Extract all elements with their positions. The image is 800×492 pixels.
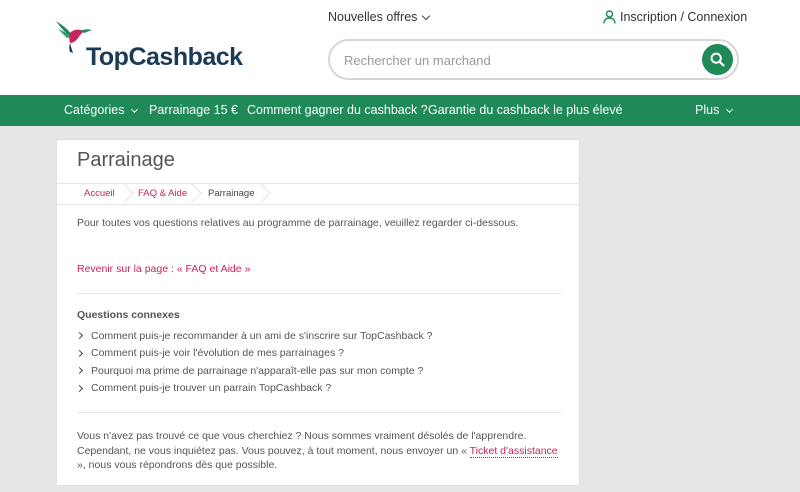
related-question-item[interactable]: Comment puis-je voir l'évolution de mes …: [75, 345, 432, 363]
site-header: TopCashback Nouvelles offres Inscription…: [0, 0, 800, 95]
nav-categories-label: Catégories: [64, 103, 125, 117]
related-question-label: Comment puis-je recommander à un ami de …: [91, 329, 433, 342]
main-nav: Catégories Parrainage 15 € Comment gagne…: [0, 95, 800, 126]
nav-more-label: Plus: [695, 103, 720, 117]
related-question-item[interactable]: Comment puis-je trouver un parrain TopCa…: [75, 380, 432, 398]
nav-referral[interactable]: Parrainage 15 €: [149, 95, 238, 126]
related-question-label: Comment puis-je voir l'évolution de mes …: [91, 347, 344, 360]
divider: [77, 293, 561, 294]
nav-how-to-earn[interactable]: Comment gagner du cashback ?: [247, 95, 428, 126]
chevron-down-icon: [726, 105, 734, 113]
topcashback-logo[interactable]: TopCashback: [54, 19, 243, 71]
search-bar: [328, 39, 739, 80]
search-button[interactable]: [702, 44, 733, 75]
chevron-right-icon: [75, 332, 84, 340]
chevron-right-icon: [75, 349, 84, 357]
signup-login-label: Inscription / Connexion: [620, 10, 748, 24]
signup-login-link[interactable]: Inscription / Connexion: [603, 10, 747, 24]
nav-highest-cashback-guarantee[interactable]: Garantie du cashback le plus élevé: [428, 95, 623, 126]
intro-text: Pour toutes vos questions relatives au p…: [77, 217, 519, 229]
chevron-right-icon: [75, 384, 84, 392]
chevron-right-icon: [75, 367, 84, 375]
breadcrumb-home[interactable]: Accueil: [84, 184, 115, 204]
chevron-down-icon: [131, 105, 139, 113]
nav-categories[interactable]: Catégories: [64, 95, 139, 126]
nav-guarantee-label: Garantie du cashback le plus élevé: [428, 103, 623, 117]
related-question-item[interactable]: Comment puis-je recommander à un ami de …: [75, 327, 433, 345]
help-text-start: Vous n'avez pas trouvé ce que vous cherc…: [77, 430, 527, 457]
nav-more[interactable]: Plus: [695, 95, 734, 126]
user-icon: [603, 10, 616, 24]
related-questions-list: Comment puis-je recommander à un ami de …: [75, 327, 433, 398]
related-question-label: Pourquoi ma prime de parrainage n'appara…: [91, 364, 424, 377]
breadcrumb-faq-help[interactable]: FAQ & Aide: [138, 184, 187, 204]
nav-referral-label: Parrainage 15 €: [149, 103, 238, 117]
help-text-end: », nous vous répondrons dès que possible…: [77, 459, 278, 471]
new-offers-label: Nouvelles offres: [328, 10, 418, 24]
not-found-help-text: Vous n'avez pas trouvé ce que vous cherc…: [77, 429, 567, 473]
support-ticket-link[interactable]: Ticket d'assistance: [469, 444, 558, 458]
related-question-item[interactable]: Pourquoi ma prime de parrainage n'appara…: [75, 362, 432, 380]
search-input[interactable]: [344, 50, 694, 70]
related-question-label: Comment puis-je trouver un parrain TopCa…: [91, 382, 332, 395]
page-title: Parrainage: [77, 149, 175, 171]
nav-how-to-earn-label: Comment gagner du cashback ?: [247, 103, 428, 117]
back-to-faq-link[interactable]: Revenir sur la page : « FAQ et Aide »: [77, 263, 250, 275]
search-icon: [710, 52, 725, 67]
breadcrumb-current: Parrainage: [208, 188, 255, 199]
new-offers-menu[interactable]: Nouvelles offres: [328, 10, 431, 24]
faq-card: Parrainage Accueil FAQ & Aide Parrainage…: [56, 139, 580, 486]
divider: [77, 412, 561, 413]
related-questions-title: Questions connexes: [77, 309, 180, 321]
chevron-down-icon: [422, 11, 431, 20]
logo-text: TopCashback: [86, 43, 243, 71]
breadcrumb-separator: [114, 183, 134, 203]
breadcrumb: Accueil FAQ & Aide Parrainage: [57, 183, 579, 205]
